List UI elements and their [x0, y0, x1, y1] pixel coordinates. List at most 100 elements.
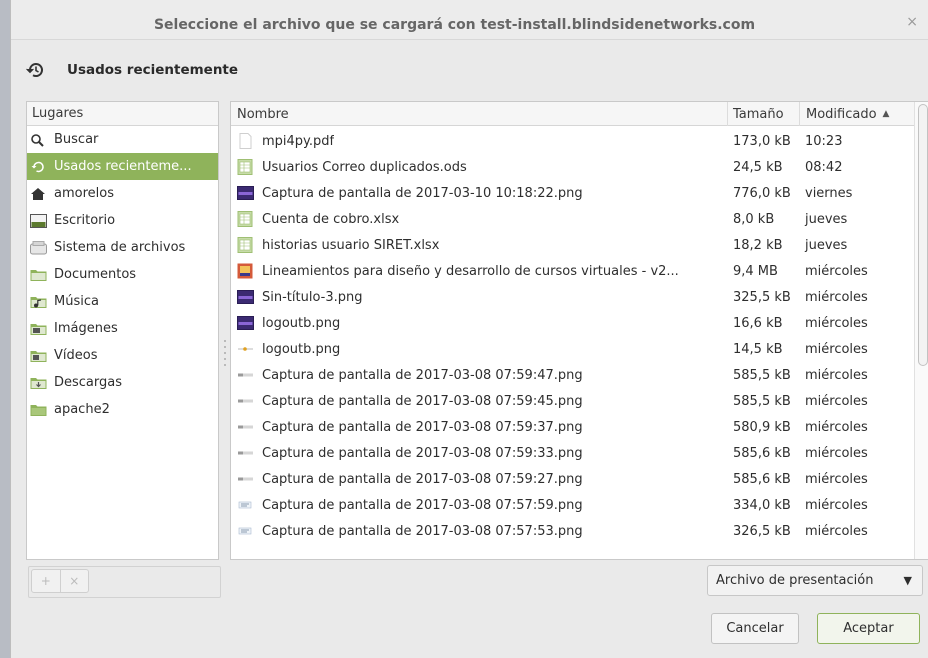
- file-row[interactable]: Captura de pantalla de 2017-03-10 10:18:…: [231, 180, 914, 206]
- file-modified: 10:23: [805, 133, 843, 149]
- file-size: 14,5 kB: [733, 341, 783, 357]
- file-modified: miércoles: [805, 419, 868, 435]
- image-thumb-icon: [237, 471, 255, 487]
- file-modified: 08:42: [805, 159, 843, 175]
- location-label[interactable]: Usados recientemente: [67, 62, 238, 78]
- folder-downloads-icon: [30, 376, 48, 390]
- drive-icon: [30, 240, 48, 255]
- file-size: 776,0 kB: [733, 185, 791, 201]
- sidebar-item-2[interactable]: amorelos: [27, 180, 218, 207]
- sidebar-item-10[interactable]: apache2: [27, 396, 218, 423]
- file-size: 334,0 kB: [733, 497, 791, 513]
- file-row[interactable]: historias usuario SIRET.xlsx 18,2 kB jueve…: [231, 232, 914, 258]
- folder-documents-icon: [30, 268, 48, 282]
- history-icon: [30, 160, 48, 174]
- places-list: Buscar Usados recienteme... amorelos Escrit…: [27, 126, 218, 423]
- file-name-cell: logoutb.png: [231, 341, 728, 357]
- spreadsheet-file-icon: [237, 159, 255, 175]
- sidebar-item-7[interactable]: Imágenes: [27, 315, 218, 342]
- file-row[interactable]: mpi4py.pdf 173,0 kB 10:23: [231, 128, 914, 154]
- file-name-cell: Captura de pantalla de 2017-03-08 07:59:…: [231, 471, 728, 487]
- file-row[interactable]: logoutb.png 16,6 kB miércoles: [231, 310, 914, 336]
- accept-button[interactable]: Aceptar: [817, 613, 920, 644]
- sidebar-item-3[interactable]: Escritorio: [27, 207, 218, 234]
- file-modified: miércoles: [805, 289, 868, 305]
- image-thumb-text-icon: [237, 523, 255, 539]
- sidebar-item-5[interactable]: Documentos: [27, 261, 218, 288]
- file-name: historias usuario SIRET.xlsx: [262, 237, 440, 253]
- image-thumb-text-icon: [237, 497, 255, 513]
- file-row[interactable]: Usuarios Correo duplicados.ods 24,5 kB 08:…: [231, 154, 914, 180]
- places-button-group: + ×: [31, 569, 89, 593]
- close-icon[interactable]: ×: [906, 14, 918, 30]
- sidebar-item-0[interactable]: Buscar: [27, 126, 218, 153]
- file-row[interactable]: Captura de pantalla de 2017-03-08 07:59:…: [231, 414, 914, 440]
- file-name: Captura de pantalla de 2017-03-08 07:59:…: [262, 367, 583, 383]
- image-thumb-icon: [237, 367, 255, 383]
- file-modified: miércoles: [805, 315, 868, 331]
- file-list-header: Nombre Tamaño Modificado ▲: [231, 102, 914, 126]
- file-row[interactable]: Captura de pantalla de 2017-03-08 07:59:…: [231, 466, 914, 492]
- pane-splitter[interactable]: [223, 338, 227, 368]
- file-chooser-dialog: Seleccione el archivo que se cargará con…: [10, 0, 928, 658]
- folder-music-icon: [30, 295, 48, 309]
- file-row[interactable]: Cuenta de cobro.xlsx 8,0 kB jueves: [231, 206, 914, 232]
- file-rows: mpi4py.pdf 173,0 kB 10:23 Usuarios Correo d…: [231, 128, 914, 544]
- file-size: 326,5 kB: [733, 523, 791, 539]
- file-size: 9,4 MB: [733, 263, 778, 279]
- file-row[interactable]: Captura de pantalla de 2017-03-08 07:57:…: [231, 518, 914, 544]
- places-button-bar: + ×: [28, 566, 221, 598]
- file-name-cell: Captura de pantalla de 2017-03-08 07:59:…: [231, 445, 728, 461]
- file-list: Nombre Tamaño Modificado ▲ mpi4py.pdf 173,…: [230, 101, 928, 560]
- file-name-cell: Lineamientos para diseño y desarrollo de…: [231, 263, 728, 279]
- sidebar-item-label: Usados recienteme...: [54, 159, 192, 174]
- file-size: 585,5 kB: [733, 367, 791, 383]
- file-modified: miércoles: [805, 367, 868, 383]
- image-thumb-icon: [237, 445, 255, 461]
- presentation-file-icon: [237, 263, 255, 279]
- file-row[interactable]: Captura de pantalla de 2017-03-08 07:59:…: [231, 388, 914, 414]
- file-name: mpi4py.pdf: [262, 133, 335, 149]
- column-header-name[interactable]: Nombre: [231, 102, 728, 126]
- file-row[interactable]: Sin-título-3.png 325,5 kB miércoles: [231, 284, 914, 310]
- search-icon: [30, 133, 48, 147]
- sidebar-item-9[interactable]: Descargas: [27, 369, 218, 396]
- file-name-cell: Captura de pantalla de 2017-03-10 10:18:…: [231, 185, 728, 201]
- cancel-button[interactable]: Cancelar: [711, 613, 799, 644]
- file-row[interactable]: logoutb.png 14,5 kB miércoles: [231, 336, 914, 362]
- sidebar-item-6[interactable]: Música: [27, 288, 218, 315]
- file-row[interactable]: Captura de pantalla de 2017-03-08 07:57:…: [231, 492, 914, 518]
- file-size: 24,5 kB: [733, 159, 783, 175]
- file-row[interactable]: Lineamientos para diseño y desarrollo de…: [231, 258, 914, 284]
- scrollbar-thumb[interactable]: [918, 104, 928, 366]
- file-name: Captura de pantalla de 2017-03-08 07:59:…: [262, 471, 583, 487]
- places-header: Lugares: [27, 102, 218, 126]
- sidebar-item-4[interactable]: Sistema de archivos: [27, 234, 218, 261]
- file-type-filter-select[interactable]: Archivo de presentación ▼: [707, 565, 923, 596]
- image-file-icon: [237, 289, 255, 305]
- file-modified: jueves: [805, 237, 848, 253]
- vertical-scrollbar[interactable]: [914, 102, 928, 559]
- add-place-button[interactable]: +: [32, 570, 60, 592]
- file-modified: miércoles: [805, 523, 868, 539]
- remove-place-button[interactable]: ×: [59, 570, 89, 592]
- column-header-modified[interactable]: Modificado ▲: [800, 102, 914, 126]
- column-header-size[interactable]: Tamaño: [728, 102, 800, 126]
- sidebar-item-label: Música: [54, 294, 99, 309]
- sidebar-item-1[interactable]: Usados recienteme...: [27, 153, 218, 180]
- file-name-cell: Usuarios Correo duplicados.ods: [231, 159, 728, 175]
- sidebar-item-label: Buscar: [54, 132, 99, 147]
- dialog-title: Seleccione el archivo que se cargará con…: [153, 17, 756, 33]
- file-row[interactable]: Captura de pantalla de 2017-03-08 07:59:…: [231, 440, 914, 466]
- file-row[interactable]: Captura de pantalla de 2017-03-08 07:59:…: [231, 362, 914, 388]
- spreadsheet-file-icon: [237, 211, 255, 227]
- file-name: Captura de pantalla de 2017-03-08 07:59:…: [262, 419, 583, 435]
- places-sidebar: Lugares Buscar Usados recienteme... amorel…: [26, 101, 219, 560]
- folder-icon: [30, 403, 48, 417]
- image-thumb-logo-icon: [237, 341, 255, 357]
- titlebar[interactable]: Seleccione el archivo que se cargará con…: [11, 0, 928, 40]
- file-modified: miércoles: [805, 497, 868, 513]
- sidebar-item-8[interactable]: Vídeos: [27, 342, 218, 369]
- sidebar-item-label: Escritorio: [54, 213, 116, 228]
- folder-videos-icon: [30, 349, 48, 363]
